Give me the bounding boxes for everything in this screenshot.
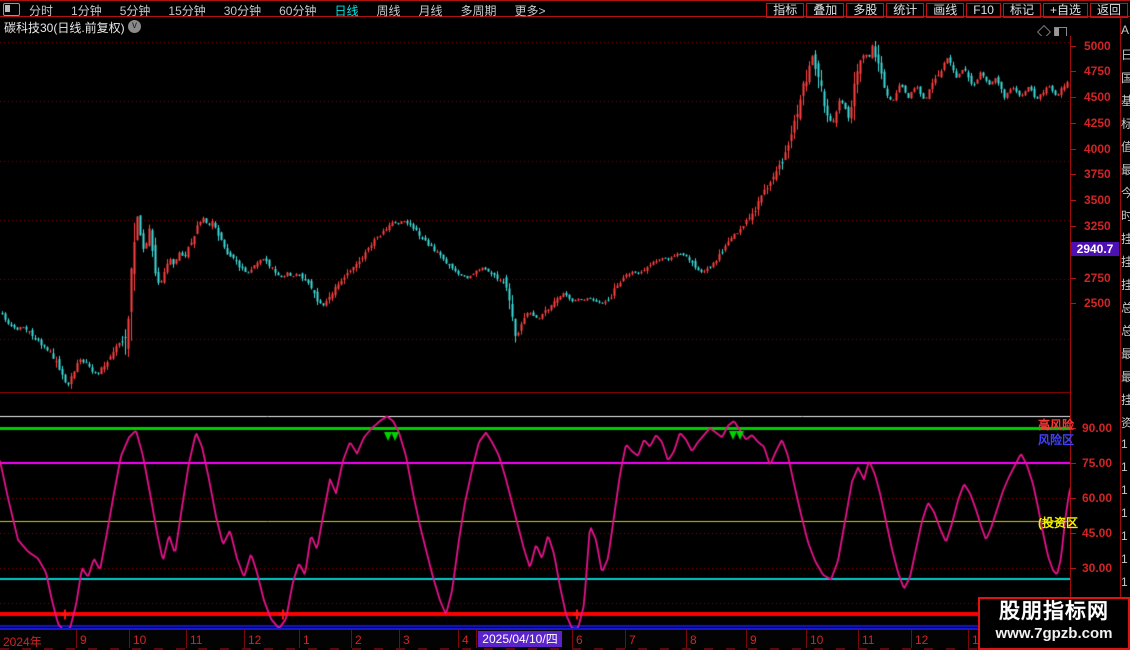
date-grid-line (244, 630, 245, 648)
date-label: 6 (576, 633, 583, 647)
date-highlight-cell: 2025/04/10/四 (478, 631, 562, 647)
indicator-chart[interactable] (0, 415, 1070, 628)
indicator-axis-tick (1070, 533, 1076, 534)
side-panel-char: 总 (1121, 301, 1130, 315)
date-label: 10 (810, 633, 824, 647)
side-panel-char: 1 (1121, 483, 1128, 497)
toolbar-button-标记[interactable]: 标记 (1002, 3, 1041, 18)
date-label: 12 (248, 633, 262, 647)
window-layout-icon[interactable] (3, 3, 20, 16)
watermark-box: 股朋指标网 www.7gpzb.com (978, 597, 1130, 650)
side-panel-char: 日 (1121, 48, 1130, 62)
date-grid-line (911, 630, 912, 648)
date-label: 10 (133, 633, 147, 647)
date-label: 8 (690, 633, 697, 647)
date-grid-line (186, 630, 187, 648)
date-grid-line (458, 630, 459, 648)
side-panel-char: 挂 (1121, 393, 1130, 407)
side-panel-char: A (1121, 23, 1130, 37)
toolbar-button-返回[interactable]: 返回 (1089, 3, 1128, 18)
zone-label-(投资区: (投资区 (1038, 516, 1078, 530)
side-panel-char: 资 (1121, 416, 1130, 430)
side-panel-char: 1 (1121, 506, 1128, 520)
date-grid-line (399, 630, 400, 648)
indicator-axis-tick (1070, 463, 1076, 464)
side-panel-char: 国 (1121, 71, 1130, 85)
side-panel-char: 1 (1121, 529, 1128, 543)
main-candlestick-chart[interactable] (0, 36, 1070, 392)
date-grid-line (299, 630, 300, 648)
side-panel-char: 时 (1121, 209, 1130, 223)
date-label: 2 (355, 633, 362, 647)
date-grid-line (746, 630, 747, 648)
toolbar-button-指标[interactable]: 指标 (766, 3, 805, 18)
axis-border-line (1070, 36, 1071, 630)
toolbar-button-叠加[interactable]: 叠加 (806, 3, 845, 18)
date-label: 12 (915, 633, 929, 647)
side-panel-char: 标 (1121, 117, 1130, 131)
side-panel-char: 挂 (1121, 278, 1130, 292)
toolbar-button-F10[interactable]: F10 (966, 3, 1001, 18)
toolbar-button-统计[interactable]: 统计 (886, 3, 925, 18)
side-panel-char: 最 (1121, 347, 1130, 361)
side-panel-char: 最 (1121, 370, 1130, 384)
side-panel-char: 今 (1121, 186, 1130, 200)
date-label: 9 (80, 633, 87, 647)
toolbar-button-多股[interactable]: 多股 (846, 3, 885, 18)
side-panel-char: 挂 (1121, 232, 1130, 246)
side-panel-char: 1 (1121, 460, 1128, 474)
date-label: 3 (403, 633, 410, 647)
date-grid-line (968, 630, 969, 648)
watermark-title: 股朋指标网 (999, 600, 1109, 623)
side-panel-char: 1 (1121, 437, 1128, 451)
date-grid-line (572, 630, 573, 648)
watermark-url: www.7gpzb.com (995, 625, 1113, 642)
date-grid-line (686, 630, 687, 648)
indicator-axis-tick (1070, 568, 1076, 569)
zone-label-风险区: 风险区 (1038, 433, 1075, 447)
stock-title: 碳科技30(日线.前复权) (4, 21, 125, 35)
side-panel-char: 最 (1121, 163, 1130, 177)
side-panel-char: 1 (1121, 575, 1128, 589)
date-grid-line (806, 630, 807, 648)
side-panel-char: 值 (1121, 140, 1130, 154)
price-axis-tag: 2940.7 (1071, 242, 1119, 256)
side-panel-char: 基 (1121, 94, 1130, 108)
date-label: 4 (462, 633, 469, 647)
date-grid-line (476, 630, 477, 648)
date-grid-line (129, 630, 130, 648)
side-panel-char: 1 (1121, 552, 1128, 566)
side-panel-char: 总 (1121, 324, 1130, 338)
date-grid-line (858, 630, 859, 648)
clipped-side-panel: A日国基标值最今时挂挂挂总总最最挂资11111111 (1121, 17, 1130, 650)
date-grid-line (351, 630, 352, 648)
indicator-header: v 股朋指标网 一剑封喉: 66.45甩货: 90.00顶线: 95.00突破:… (0, 393, 1070, 413)
date-label: 1 (303, 633, 310, 647)
date-label: 11 (862, 633, 875, 647)
indicator-axis-tick (1070, 498, 1076, 499)
date-label: 11 (190, 633, 203, 647)
side-panel-char: 挂 (1121, 255, 1130, 269)
date-axis[interactable]: 2024年 2025/04/10/四 9 10 11 12 1 2 3 4 6 7 8 9 10 11 12… (0, 630, 1130, 649)
date-grid-line (625, 630, 626, 648)
date-label: 7 (629, 633, 636, 647)
toolbar-button-画线[interactable]: 画线 (926, 3, 965, 18)
top-toolbar: 分时 1分钟 5分钟 15分钟 30分钟 60分钟 日线 周线 月线 多周期 更多> 指标 叠加 多股统… (0, 0, 1130, 18)
trading-app-window: 分时 1分钟 5分钟 15分钟 30分钟 60分钟 日线 周线 月线 多周期 更多> 指标 叠加 多股统… (0, 0, 1130, 650)
chevron-down-icon[interactable]: v (128, 20, 141, 33)
title-bar: 碳科技30(日线.前复权) v (0, 17, 1130, 35)
date-grid-line (76, 630, 77, 648)
toolbar-button-+自选[interactable]: +自选 (1042, 3, 1088, 18)
date-label: 9 (750, 633, 757, 647)
